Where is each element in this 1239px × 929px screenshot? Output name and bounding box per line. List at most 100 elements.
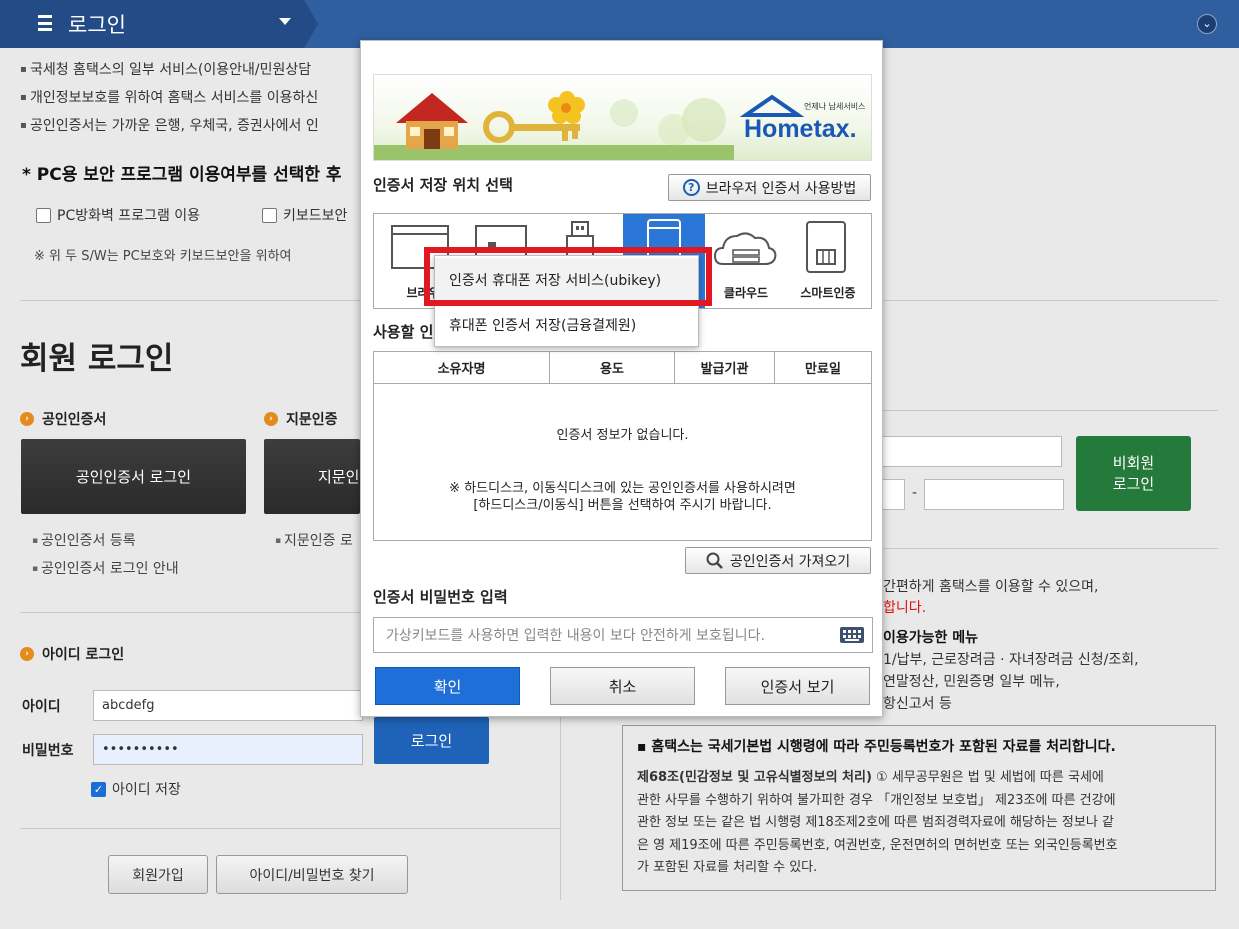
hamburger-icon[interactable] [38,15,52,31]
firewall-label: PC방화벽 프로그램 이용 [57,208,201,224]
id-separator: - [912,485,918,501]
divider [20,300,360,301]
nonmember-text-red: 합니다. [883,600,927,616]
howto-button[interactable]: ? 브라우저 인증서 사용방법 [668,174,871,201]
highlight-frame [424,247,712,306]
confirm-button[interactable]: 확인 [375,667,520,705]
available-menu-2: 연말정산, 민원증명 일부 메뉴, [883,674,1060,690]
certificate-dialog: 언제나 납세서비스 Hometax. 인증서 저장 위치 선택 ? 브라우저 인… [360,40,883,717]
howto-button-label: 브라우저 인증서 사용방법 [705,180,857,197]
password-label: 비밀번호 [22,743,74,759]
nonmember-id-back-input[interactable] [924,479,1064,510]
use-cert-label: 사용할 인 [373,323,434,341]
import-cert-label: 공인인증서 가져오기 [729,553,851,570]
import-cert-button[interactable]: 공인인증서 가져오기 [685,547,871,574]
divider [883,548,1218,549]
divider [20,612,360,613]
dropdown-item-kftc[interactable]: 휴대폰 인증서 저장(금융결제원) [435,303,698,347]
nonmember-login-button[interactable]: 비회원로그인 [1076,436,1191,511]
nonmember-text-1: 간편하게 홈택스를 이용할 수 있으며, [883,579,1099,595]
divider [883,300,1218,301]
finger-section-title: › 지문인증 [264,409,338,429]
finger-login-button[interactable]: 지문인 [264,439,360,514]
keyboard-security-label: 키보드보안 [283,208,348,224]
col-owner[interactable]: 소유자명 [374,352,550,383]
notice-line: 가 포함된 자료를 처리할 수 있다. [637,860,818,875]
col-issuer[interactable]: 발급기관 [675,352,775,383]
finger-section-label: 지문인증 [286,412,338,428]
find-id-password-button[interactable]: 아이디/비밀번호 찾기 [216,855,408,894]
arrow-circle-icon: › [264,412,278,426]
question-icon: ? [682,179,700,196]
notice-line: 은 영 제19조에 따른 주민등록번호, 여권번호, 운전면허의 면허번호 또는… [637,837,1118,853]
available-menu-1: 1/납부, 근로장려금 · 자녀장려금 신청/조회, [883,652,1139,668]
nonmember-id-front-input[interactable] [882,479,905,510]
intro-line-1: 국세청 홈택스의 일부 서비스(이용안내/민원상담 [20,59,311,79]
security-heading: * PC용 보안 프로그램 이용여부를 선택한 후 [22,165,342,185]
cert-register-link[interactable]: 공인인증서 등록 [32,530,136,550]
personal-info-notice: ▪ 홈택스는 국세기본법 시행령에 따라 주민등록번호가 포함된 자료를 처리합… [622,725,1216,891]
id-label: 아이디 [22,699,61,715]
cert-hint: ※ 하드디스크, 이동식디스크에 있는 공인인증서를 사용하시려면 [하드디스크… [374,480,871,514]
save-id-checkbox[interactable]: ✓ [91,781,106,797]
cert-guide-link[interactable]: 공인인증서 로그인 안내 [32,558,179,578]
caret-down-icon[interactable] [279,18,291,25]
table-header: 소유자명 용도 발급기관 만료일 [374,352,871,384]
nonmember-name-input[interactable] [882,436,1062,467]
smart-card-icon [806,221,846,273]
col-expiry[interactable]: 만료일 [775,352,871,383]
intro-line-2: 개인정보보호를 위하여 홈택스 서비스를 이용하신 [20,87,318,107]
cert-login-button[interactable]: 공인인증서 로그인 [21,439,246,514]
id-login-section-title: › 아이디 로그인 [20,644,124,664]
keyboard-security-checkbox[interactable] [262,207,277,223]
notice-head: ▪ 홈택스는 국세기본법 시행령에 따라 주민등록번호가 포함된 자료를 처리합… [637,739,1116,755]
cert-hint-line2: [하드디스크/이동식] 버튼을 선택하여 주시기 바랍니다. [473,498,772,513]
col-usage[interactable]: 용도 [550,352,675,383]
cancel-button[interactable]: 취소 [550,667,695,705]
view-cert-button[interactable]: 인증서 보기 [725,667,870,705]
keyboard-security-option[interactable]: 키보드보안 [262,205,347,225]
chevron-down-icon[interactable]: ⌄ [1197,14,1217,34]
arrow-circle-icon: › [20,412,34,426]
hometax-banner: 언제나 납세서비스 Hometax. [373,74,872,161]
password-input[interactable]: •••••••••• [93,734,363,765]
notice-line: ① 세무공무원은 법 및 세법에 따른 국세에 [871,770,1104,785]
cert-password-input[interactable]: 가상키보드를 사용하면 입력한 내용이 보다 안전하게 보호됩니다. [373,617,873,653]
notice-line: 관한 사무를 수행하기 위하여 불가피한 경우 「개인정보 보호법」 제23조에… [637,792,1116,808]
nonmember-button-line2: 로그인 [1112,474,1155,493]
hometax-logo: Hometax. [744,115,857,143]
virtual-keyboard-icon[interactable] [840,627,864,643]
security-note: ※ 위 두 S/W는 PC보호와 키보드보안을 위하여 [34,249,292,264]
id-login-section-label: 아이디 로그인 [42,647,125,663]
intro-line-3: 공인인증서는 가까운 은행, 우체국, 증권사에서 인 [20,115,319,135]
banner-logo-small: 언제나 납세서비스 [804,102,866,111]
cert-section-label: 공인인증서 [42,412,107,428]
firewall-checkbox[interactable] [36,207,51,223]
location-smart-cert-label: 스마트인증 [800,286,856,300]
nonmember-button-line1: 비회원 [1112,453,1155,472]
id-input[interactable]: abcdefg [93,690,363,721]
id-login-button[interactable]: 로그인 [374,717,489,764]
available-menu-head: 이용가능한 메뉴 [883,630,979,646]
divider [883,410,1218,411]
firewall-option[interactable]: PC방화벽 프로그램 이용 [36,205,200,225]
location-cloud[interactable]: 클라우드 [705,214,787,308]
location-label: 인증서 저장 위치 선택 [373,176,513,194]
search-icon [706,552,723,569]
save-id-label: 아이디 저장 [112,782,181,798]
save-id-option[interactable]: ✓ 아이디 저장 [91,779,181,799]
notice-body: 제68조(민감정보 및 고유식별정보의 처리) ① 세무공무원은 법 및 세법에… [637,767,1201,880]
available-menu-3: 항신고서 등 [883,696,952,712]
location-smart-cert[interactable]: 스마트인증 [787,214,869,308]
notice-line: 관한 정보 또는 같은 법 시행령 제18조제2호에 따른 범죄경력자료에 해당… [637,815,1114,830]
arrow-circle-icon: › [20,647,34,661]
no-cert-message: 인증서 정보가 없습니다. [556,428,689,443]
cloud-icon [713,232,777,265]
signup-button[interactable]: 회원가입 [108,855,208,894]
divider [20,828,560,829]
finger-register-link[interactable]: 지문인증 로 [275,530,353,550]
cert-section-title: › 공인인증서 [20,409,106,429]
page-title: 로그인 [68,13,126,37]
member-login-title: 회원 로그인 [20,341,174,377]
cert-password-placeholder: 가상키보드를 사용하면 입력한 내용이 보다 안전하게 보호됩니다. [386,628,765,644]
